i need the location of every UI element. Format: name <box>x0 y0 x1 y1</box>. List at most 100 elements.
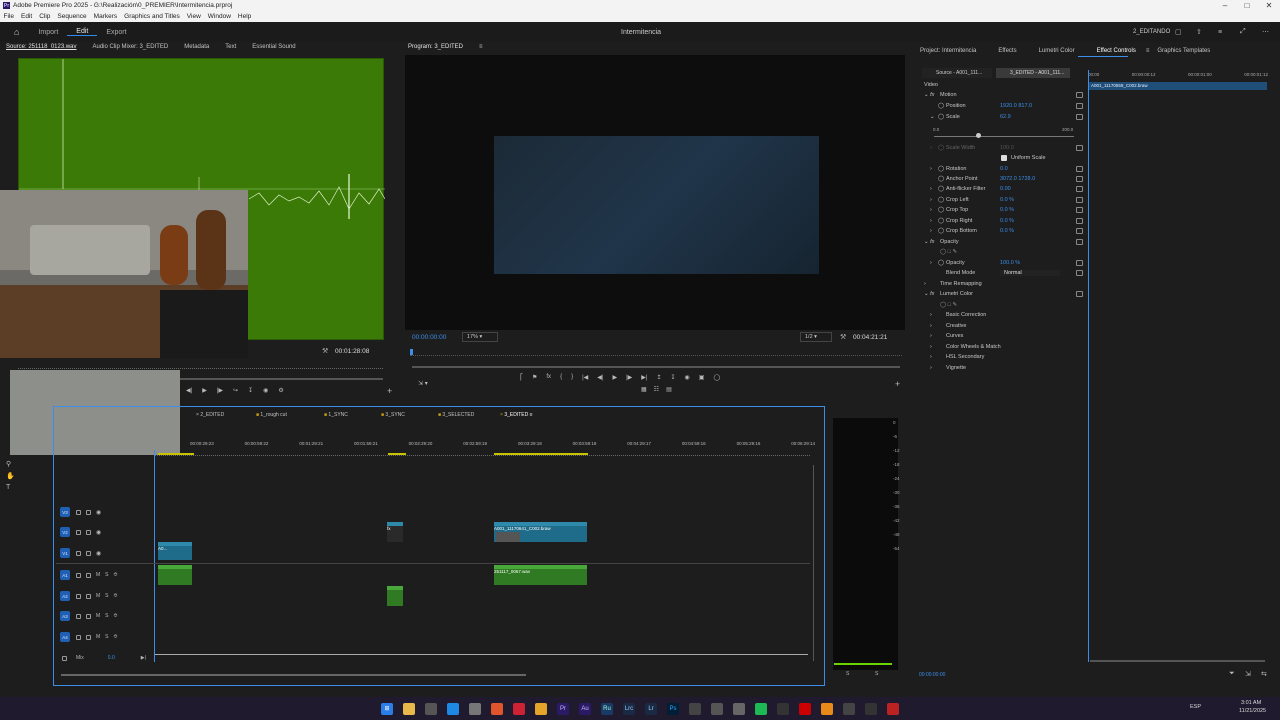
close-icon[interactable]: ✕ <box>1258 0 1280 11</box>
program-play-icon[interactable]: ▶ <box>612 374 617 381</box>
safe-margins-icon[interactable]: ▦ <box>641 386 647 393</box>
tab-graphics-templates[interactable]: Graphics Templates <box>1151 48 1218 54</box>
ec-zoom-bar[interactable] <box>1090 660 1265 662</box>
program-monitor[interactable] <box>405 55 905 330</box>
mark-in-icon[interactable]: ⎡ <box>520 374 523 381</box>
menu-icon[interactable]: ≡ <box>1218 29 1222 36</box>
mix-track-header[interactable]: Mix 0.0 ▶| <box>60 652 154 664</box>
out-point-icon[interactable]: } <box>571 374 573 381</box>
acrobat-icon[interactable] <box>887 702 899 715</box>
app-icon[interactable] <box>513 702 525 715</box>
camera-icon[interactable]: ◉ <box>263 387 268 394</box>
blend-mode-dropdown[interactable]: Normal <box>1000 270 1060 276</box>
tab-source[interactable]: Source: 251118_0123.wav <box>4 44 85 50</box>
program-wrench-icon[interactable]: ⚒ <box>840 333 846 341</box>
step-forward-icon[interactable]: |▶ <box>217 387 223 394</box>
ec-row-crop-left[interactable]: › ◯ Crop Left 0.0 % <box>920 195 1085 205</box>
type-tool-icon[interactable]: T <box>6 484 15 491</box>
app-icon[interactable] <box>469 702 481 715</box>
ec-row-color-wheels[interactable]: › Color Wheels & Match <box>920 342 1085 352</box>
app-icon[interactable] <box>843 702 855 715</box>
menu-view[interactable]: View <box>183 13 204 20</box>
tab-text[interactable]: Text <box>217 44 244 50</box>
app-icon[interactable] <box>865 702 877 715</box>
lightroom-icon[interactable]: Lr <box>645 702 657 715</box>
vr-icon[interactable]: ◯ <box>713 374 720 381</box>
tab-lumetri[interactable]: Lumetri Color <box>1025 48 1083 54</box>
quality-dropdown[interactable]: 1/2 ▾ <box>800 332 832 342</box>
goto-out-icon[interactable]: ▶| <box>641 374 647 381</box>
program-title[interactable]: Program: 3_EDITED <box>405 44 471 50</box>
filter-icon[interactable]: ⏷ <box>1229 670 1235 678</box>
grid-icon[interactable]: ☷ <box>654 386 659 393</box>
track-header-a1[interactable]: A1 M S ⎊ <box>60 566 154 584</box>
meter-solo-right[interactable]: S <box>875 671 878 677</box>
step-back-icon[interactable]: ◀| <box>186 387 192 394</box>
source-zoom-bar[interactable] <box>180 378 383 380</box>
ec-row-position[interactable]: ◯ Position 1920.0 817.0 <box>920 101 1085 111</box>
step-back-frame-icon[interactable]: ◀| <box>597 374 603 381</box>
clip-a2[interactable] <box>387 586 403 606</box>
goto-in-icon[interactable]: |◀ <box>582 374 588 381</box>
track-header-a2[interactable]: A2 M S ⎊ <box>60 587 154 605</box>
program-current-tc[interactable]: 00:00:00:00 <box>412 334 446 341</box>
edge-icon[interactable] <box>447 702 459 715</box>
program-menu-icon[interactable]: ≡ <box>471 44 491 50</box>
ec-row-curves[interactable]: › Curves <box>920 331 1085 341</box>
fullscreen-icon[interactable]: ⤢ <box>1240 28 1246 36</box>
program-playhead[interactable] <box>410 349 413 355</box>
export-frame-icon[interactable]: ◉ <box>685 374 690 381</box>
track-header-a4[interactable]: A4 M S ⎊ <box>60 628 154 646</box>
effect-controls-menu-icon[interactable]: ≡ <box>1144 48 1152 54</box>
track-header-v2[interactable]: V2 ◉ <box>60 523 154 541</box>
clip-v2-fx[interactable]: fx <box>387 522 403 542</box>
tab-effects[interactable]: Effects <box>984 48 1024 54</box>
overwrite-icon[interactable]: ↧ <box>248 387 253 394</box>
play-icon[interactable]: ▶ <box>202 387 207 394</box>
compare-icon[interactable]: ▣ <box>699 374 705 381</box>
ec-row-lumetri[interactable]: ⌄ fx Lumetri Color <box>920 289 1085 299</box>
ec-row-opacity-masks[interactable]: ◯ □ ✎ <box>920 247 1085 257</box>
ec-row-scale-width[interactable]: › ◯ Scale Width 100.0 <box>920 143 1085 153</box>
ec-row-antiflicker[interactable]: › ◯ Anti-flicker Filter 0.00 <box>920 184 1085 194</box>
zoom-dropdown[interactable]: 17% ▾ <box>462 332 498 342</box>
hand-tool-icon[interactable]: ✋ <box>6 472 15 480</box>
app-icon[interactable] <box>777 702 789 715</box>
menu-sequence[interactable]: Sequence <box>54 13 90 20</box>
audition-icon[interactable]: Au <box>579 702 591 715</box>
app-icon[interactable] <box>733 702 745 715</box>
ec-row-crop-right[interactable]: › ◯ Crop Right 0.0 % <box>920 216 1085 226</box>
ec-row-anchor[interactable]: ◯ Anchor Point 3072.0 1728.0 <box>920 174 1085 184</box>
menu-graphics[interactable]: Graphics and Titles <box>121 13 184 20</box>
app-icon[interactable] <box>821 702 833 715</box>
meter-solo-left[interactable]: S <box>846 671 849 677</box>
step-forward-frame-icon[interactable]: |▶ <box>626 374 632 381</box>
scale-slider[interactable] <box>934 136 1074 137</box>
app-icon[interactable] <box>711 702 723 715</box>
ec-row-basic-correction[interactable]: › Basic Correction <box>920 310 1085 320</box>
tab-audio-mixer[interactable]: Audio Clip Mixer: 3_EDITED <box>85 44 177 50</box>
lightroom-classic-icon[interactable]: Lrc <box>623 702 635 715</box>
menu-help[interactable]: Help <box>234 13 254 20</box>
program-ruler[interactable] <box>410 348 902 356</box>
minimize-icon[interactable]: – <box>1214 0 1236 11</box>
seq-tab-rough-cut[interactable]: ■ 1_rough cut <box>256 412 287 418</box>
timeline-zoom-bar[interactable] <box>61 674 526 676</box>
ec-row-opacity-group[interactable]: ⌄ fx Opacity <box>920 237 1085 247</box>
rush-icon[interactable]: Ru <box>601 702 613 715</box>
tab-project[interactable]: Project: Intermitencia <box>912 48 984 54</box>
ec-playhead[interactable] <box>1088 70 1089 662</box>
source-scrubber[interactable] <box>18 365 383 369</box>
clip-v2-b[interactable]: A001_11170641_C002.braw <box>494 522 587 542</box>
menu-window[interactable]: Window <box>204 13 234 20</box>
track-header-v1[interactable]: V1 ◉ <box>60 544 154 562</box>
ec-row-hsl[interactable]: › HSL Secondary <box>920 352 1085 362</box>
start-icon[interactable]: ⊞ <box>381 702 393 715</box>
app-icon[interactable] <box>799 702 811 715</box>
menu-markers[interactable]: Markers <box>90 13 120 20</box>
ec-row-lumetri-masks[interactable]: ◯ □ ✎ <box>920 300 1085 310</box>
ec-row-crop-top[interactable]: › ◯ Crop Top 0.0 % <box>920 205 1085 215</box>
ec-row-time-remap[interactable]: › Time Remapping <box>920 279 1085 289</box>
scale-slider-thumb[interactable] <box>976 133 981 138</box>
app-icon[interactable] <box>535 702 547 715</box>
